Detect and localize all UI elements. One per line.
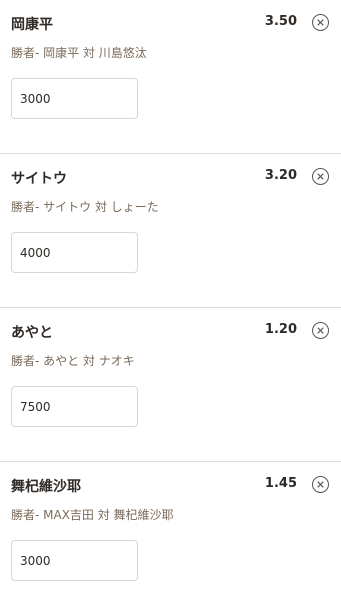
odds-value: 3.50 (264, 14, 297, 29)
market-description: 勝者- あやと 対 ナオキ (11, 354, 135, 368)
close-icon (317, 327, 324, 334)
bet-card: サイトウ 3.20 勝者- サイトウ 対 しょーた (0, 154, 341, 308)
remove-bet-button[interactable] (312, 14, 329, 31)
remove-bet-button[interactable] (312, 476, 329, 493)
odds-value: 1.20 (264, 322, 297, 337)
odds-value: 3.20 (264, 168, 297, 183)
stake-input[interactable] (11, 386, 138, 427)
selection-name: 岡康平 (11, 17, 53, 33)
stake-input[interactable] (11, 78, 138, 119)
bet-slip-list: 岡康平 3.50 勝者- 岡康平 対 川島悠汰 サイトウ 3.20 勝者- サイ… (0, 0, 341, 613)
stake-input[interactable] (11, 232, 138, 273)
market-description: 勝者- 岡康平 対 川島悠汰 (11, 46, 147, 60)
close-icon (317, 19, 324, 26)
bet-card: 岡康平 3.50 勝者- 岡康平 対 川島悠汰 (0, 0, 341, 154)
selection-name: サイトウ (11, 171, 67, 187)
remove-bet-button[interactable] (312, 168, 329, 185)
remove-bet-button[interactable] (312, 322, 329, 339)
odds-value: 1.45 (264, 476, 297, 491)
bet-card: あやと 1.20 勝者- あやと 対 ナオキ (0, 308, 341, 462)
bet-card: 舞杞維沙耶 1.45 勝者- MAX吉田 対 舞杞維沙耶 (0, 462, 341, 613)
stake-input[interactable] (11, 540, 138, 581)
market-description: 勝者- MAX吉田 対 舞杞維沙耶 (11, 508, 174, 522)
market-description: 勝者- サイトウ 対 しょーた (11, 200, 159, 214)
selection-name: 舞杞維沙耶 (11, 479, 81, 495)
selection-name: あやと (11, 325, 53, 341)
close-icon (317, 481, 324, 488)
close-icon (317, 173, 324, 180)
